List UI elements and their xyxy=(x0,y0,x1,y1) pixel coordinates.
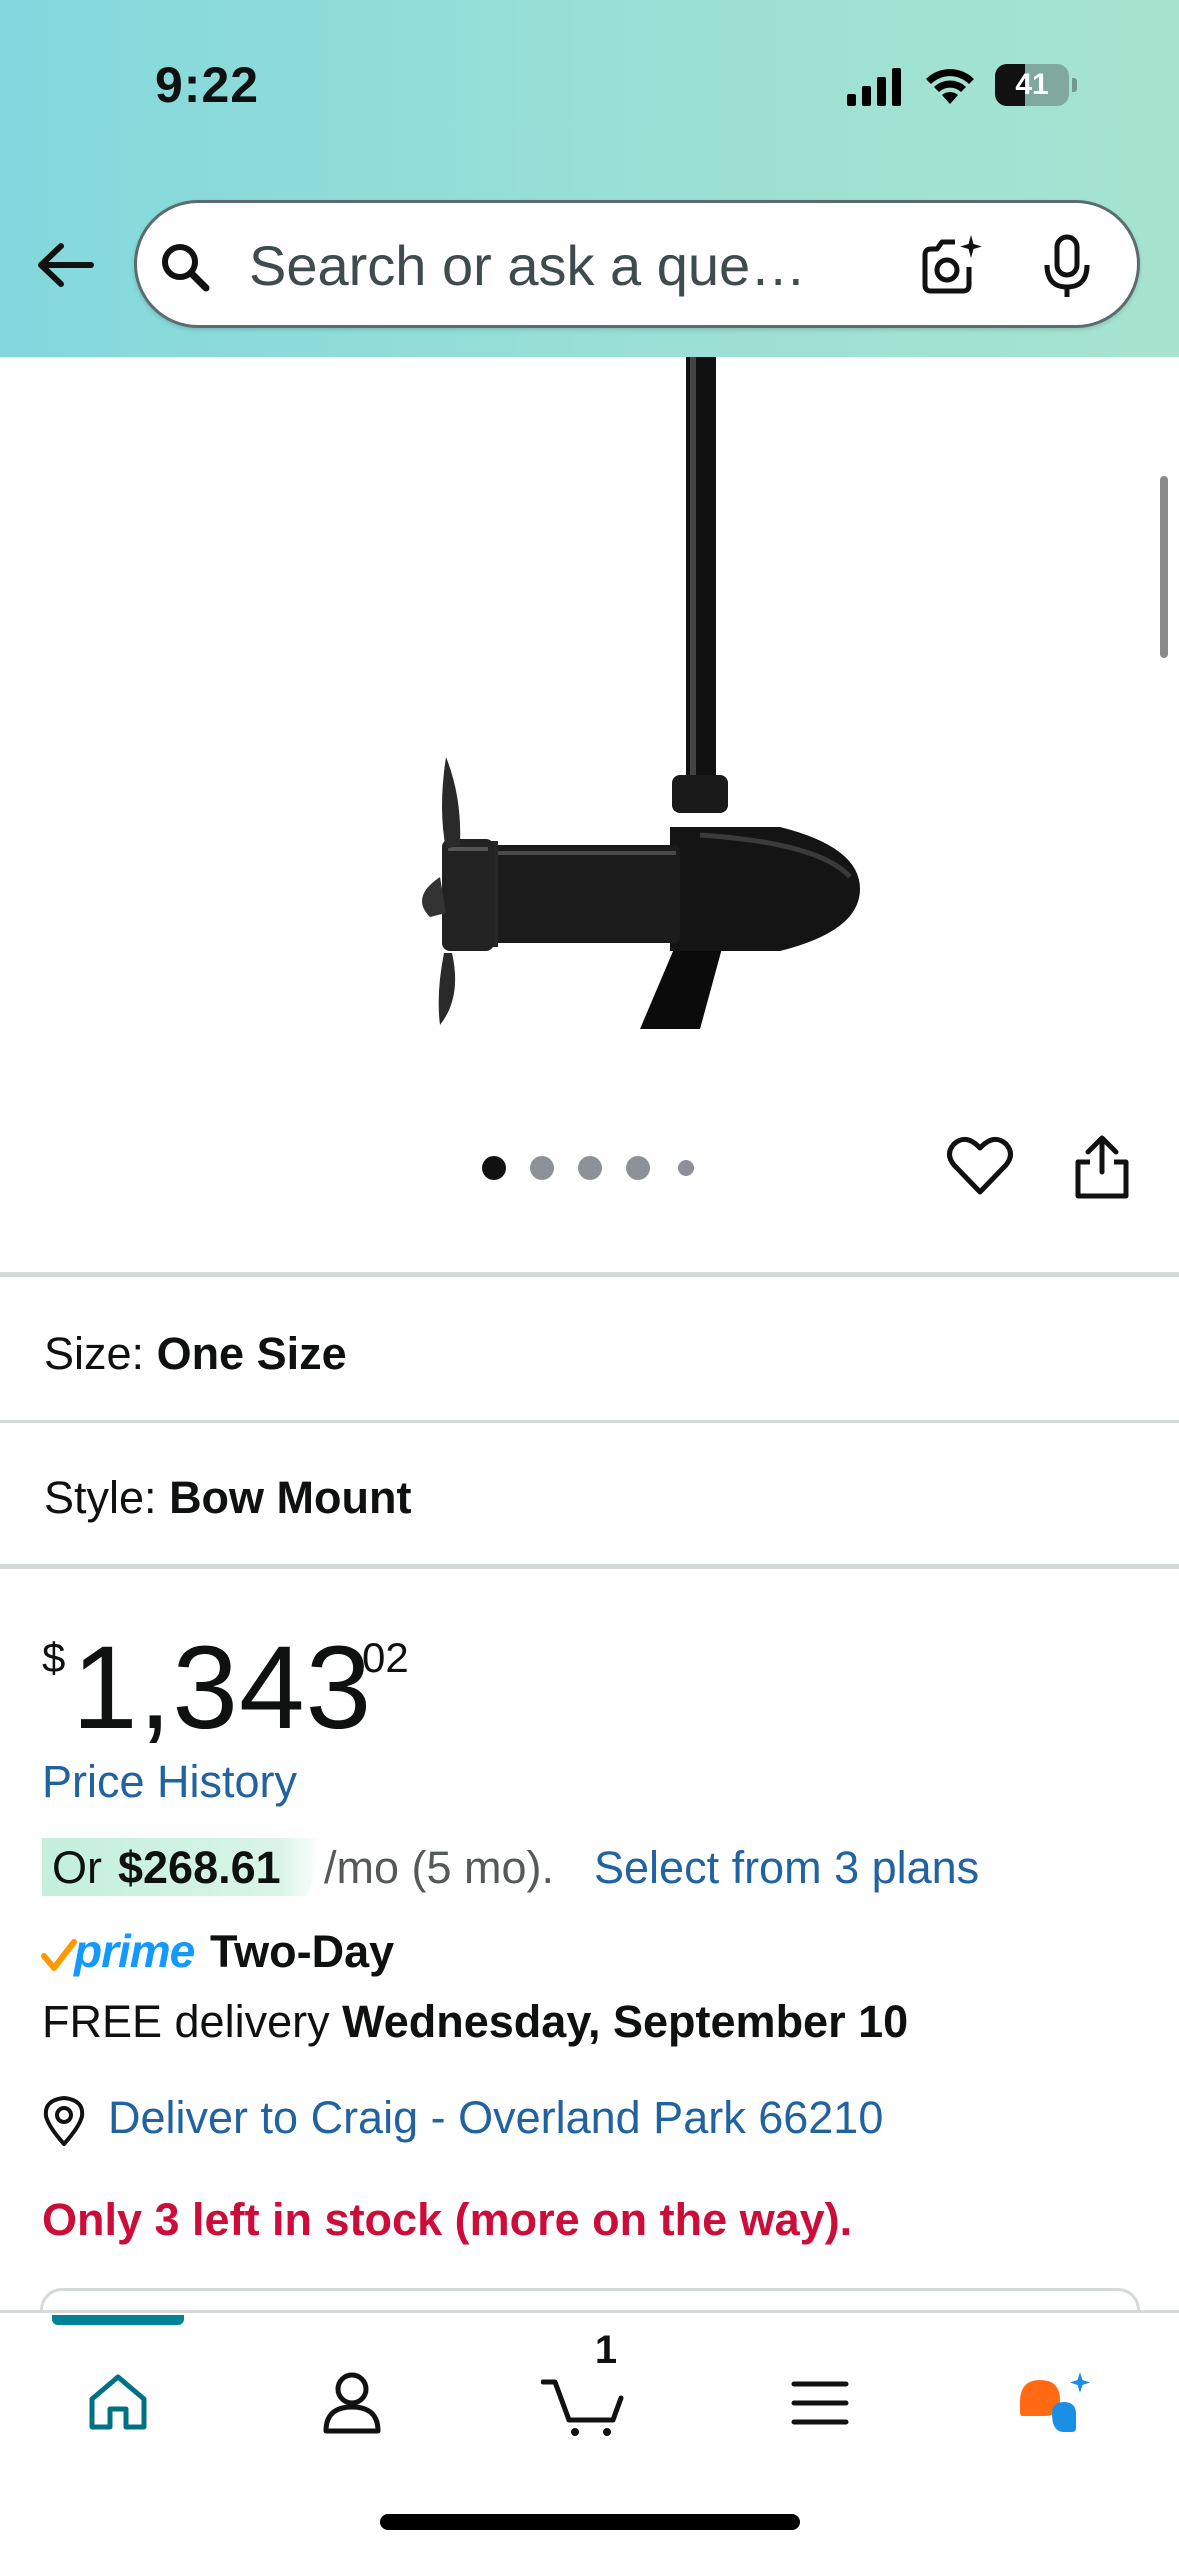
select-plans-link[interactable]: Select from 3 plans xyxy=(594,1842,979,1894)
delivery-prefix: FREE delivery xyxy=(42,1996,330,2047)
pagination-dot[interactable] xyxy=(578,1156,602,1180)
image-pagination-dots[interactable] xyxy=(482,1156,702,1180)
pagination-dot[interactable] xyxy=(530,1156,554,1180)
style-value: Bow Mount xyxy=(169,1472,412,1523)
stock-status: Only 3 left in stock (more on the way). xyxy=(42,2194,853,2245)
deliver-to-text[interactable]: Deliver to Craig - Overland Park 66210 xyxy=(108,2092,883,2144)
profile-icon xyxy=(323,2372,381,2434)
battery-indicator: 41 xyxy=(995,64,1077,106)
delivery-info: FREE delivery Wednesday, September 10 xyxy=(42,1996,908,2048)
section-divider xyxy=(0,1272,1179,1277)
installment-or: Or xyxy=(52,1842,102,1893)
nav-menu[interactable] xyxy=(770,2353,870,2453)
search-bar[interactable]: Search or ask a que… xyxy=(134,200,1140,328)
size-selector[interactable]: Size: One Size xyxy=(44,1328,347,1380)
camera-lens-icon[interactable] xyxy=(915,233,983,301)
pagination-dot[interactable] xyxy=(678,1160,694,1176)
pagination-dot-active[interactable] xyxy=(482,1156,506,1180)
rufus-icon xyxy=(1020,2372,1090,2432)
installment-amount: $268.61 xyxy=(118,1842,281,1893)
nav-profile[interactable] xyxy=(302,2353,402,2453)
page-scrollbar[interactable] xyxy=(1160,476,1168,658)
section-divider xyxy=(0,1564,1179,1569)
size-label: Size: xyxy=(44,1328,145,1379)
search-icon xyxy=(162,244,210,292)
search-input[interactable]: Search or ask a que… xyxy=(249,233,806,298)
cart-count-badge: 1 xyxy=(594,2328,618,2372)
price-currency: $ xyxy=(42,1634,66,1681)
size-value: One Size xyxy=(156,1328,347,1379)
cart-icon xyxy=(541,2379,624,2436)
style-selector[interactable]: Style: Bow Mount xyxy=(44,1472,412,1524)
heart-icon[interactable] xyxy=(946,1132,1014,1200)
home-indicator[interactable] xyxy=(380,2514,800,2530)
section-divider xyxy=(0,1420,1179,1423)
prime-logo-text: prime xyxy=(74,1925,195,1977)
location-pin-icon xyxy=(43,2096,85,2146)
menu-icon xyxy=(791,2381,849,2425)
price-fraction: 02 xyxy=(362,1634,409,1681)
microphone-icon[interactable] xyxy=(1037,233,1097,301)
nav-rufus[interactable] xyxy=(1006,2353,1106,2453)
back-button[interactable] xyxy=(30,230,100,300)
price-history-link[interactable]: Price History xyxy=(42,1756,297,1808)
cellular-signal-icon xyxy=(847,68,901,106)
home-icon xyxy=(89,2374,147,2430)
delivery-date: Wednesday, September 10 xyxy=(342,1996,909,2047)
wifi-icon xyxy=(926,69,974,104)
battery-level: 41 xyxy=(1015,68,1049,101)
price-whole: 1,343 xyxy=(72,1622,373,1754)
prime-check-icon xyxy=(41,1939,77,1971)
installment-terms: /mo (5 mo). xyxy=(324,1842,555,1893)
product-image[interactable] xyxy=(0,357,1179,1097)
nav-active-indicator xyxy=(52,2315,184,2325)
share-icon[interactable] xyxy=(1070,1132,1134,1200)
app-header: 9:22 41 Search or ask a que… xyxy=(0,0,1179,357)
prime-shipping-speed: Two-Day xyxy=(210,1926,395,1977)
status-time: 9:22 xyxy=(155,57,260,113)
back-arrow-icon xyxy=(38,243,94,287)
nav-home[interactable] xyxy=(68,2353,168,2453)
style-label: Style: xyxy=(44,1472,157,1523)
pagination-dot[interactable] xyxy=(626,1156,650,1180)
